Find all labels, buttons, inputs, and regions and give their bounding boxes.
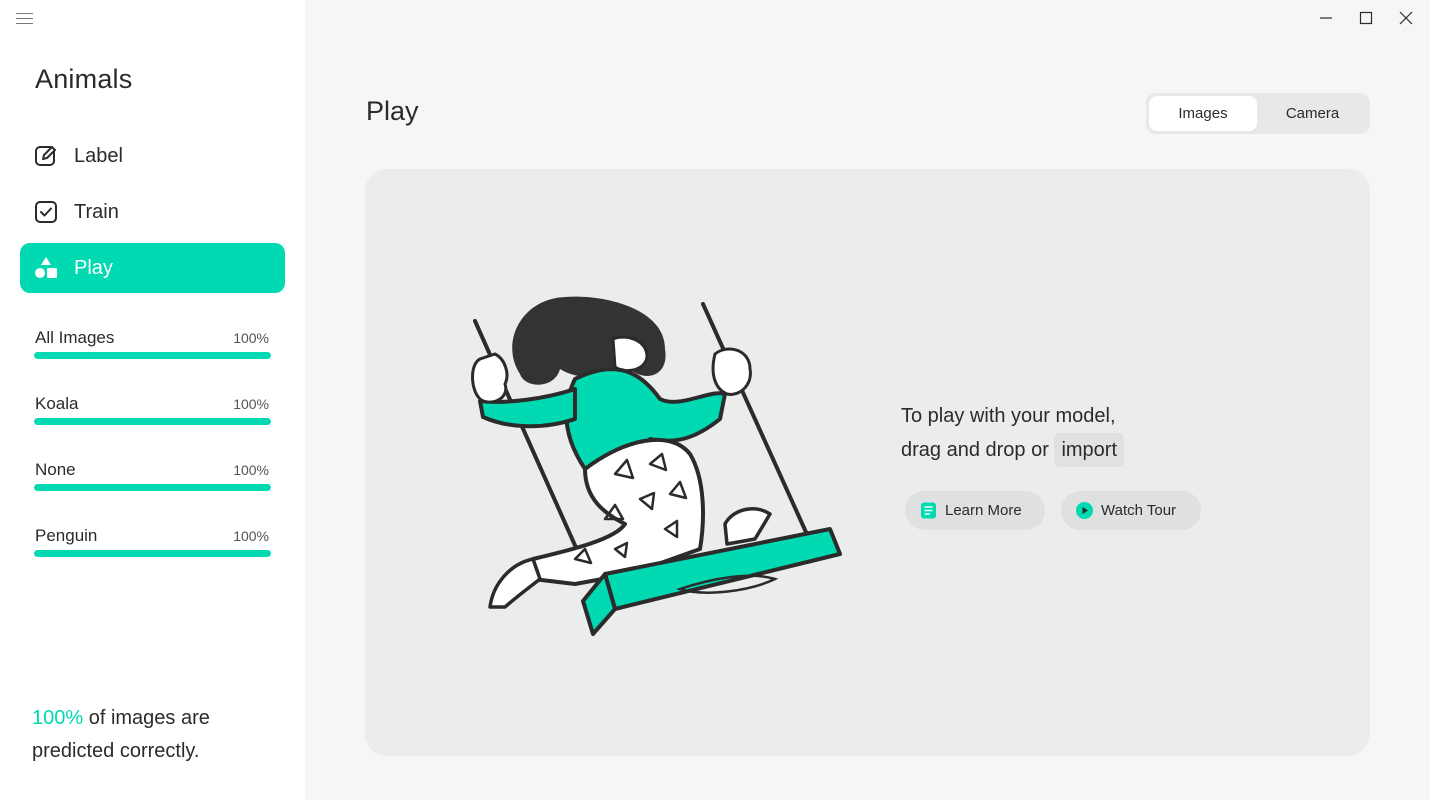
nav-item-train-text: Train — [74, 201, 119, 223]
pencil-square-icon — [35, 146, 56, 166]
accuracy-bar-fill — [34, 550, 271, 557]
watch-tour-label: Watch Tour — [1101, 502, 1177, 519]
label-stat-name: None — [35, 460, 76, 479]
label-stat-penguin[interactable]: Penguin 100% — [34, 526, 271, 566]
project-title: Animals — [35, 64, 133, 94]
nav-item-play[interactable]: Play — [20, 243, 285, 293]
checkbox-icon — [35, 201, 57, 223]
label-stat-percent: 100% — [233, 330, 269, 346]
label-stat-percent: 100% — [233, 462, 269, 478]
accuracy-summary-text-2: predicted correctly. — [32, 740, 200, 762]
learn-more-button[interactable]: Learn More — [905, 491, 1045, 530]
maximize-icon[interactable] — [1356, 8, 1376, 28]
menu-icon[interactable] — [16, 12, 33, 26]
nav-item-label-text: Label — [74, 145, 123, 167]
watch-tour-button[interactable]: Watch Tour — [1061, 491, 1201, 530]
camera-tab[interactable]: Camera — [1258, 96, 1367, 131]
label-stat-name: Koala — [35, 394, 79, 413]
label-stat-koala[interactable]: Koala 100% — [34, 394, 271, 434]
nav-item-play-text: Play — [74, 257, 113, 279]
play-circle-icon — [1076, 502, 1093, 519]
import-link[interactable]: import — [1054, 433, 1125, 467]
images-tab[interactable]: Images — [1149, 96, 1257, 131]
learn-more-label: Learn More — [945, 502, 1022, 519]
nav-item-train[interactable]: Train — [20, 187, 285, 237]
source-toggle: Images Camera — [1146, 93, 1370, 134]
page-title: Play — [366, 96, 419, 126]
label-stat-none[interactable]: None 100% — [34, 460, 271, 500]
label-stat-all-images[interactable]: All Images 100% — [34, 328, 271, 368]
drop-zone[interactable]: To play with your model, drag and drop o… — [365, 169, 1370, 756]
minimize-icon[interactable] — [1316, 8, 1336, 28]
accuracy-bar-fill — [34, 484, 271, 491]
drop-prompt-line-1: To play with your model, — [901, 405, 1116, 427]
label-stat-percent: 100% — [233, 528, 269, 544]
accuracy-summary-text-1: of images are — [83, 707, 210, 729]
accuracy-bar-fill — [34, 418, 271, 425]
label-stat-name: All Images — [35, 328, 115, 347]
accuracy-summary-percent: 100% — [32, 707, 84, 729]
accuracy-bar — [34, 352, 271, 359]
accuracy-bar — [34, 418, 271, 425]
accuracy-bar-fill — [34, 352, 271, 359]
drop-prompt-line-2: drag and drop or — [901, 439, 1049, 461]
accuracy-bar — [34, 484, 271, 491]
nav-item-label[interactable]: Label — [20, 131, 285, 181]
shapes-icon — [35, 257, 57, 278]
label-stat-percent: 100% — [233, 396, 269, 412]
close-icon[interactable] — [1396, 8, 1416, 28]
accuracy-bar — [34, 550, 271, 557]
swing-illustration — [471, 296, 842, 636]
document-icon — [921, 502, 936, 519]
drop-prompt: To play with your model, drag and drop o… — [901, 399, 1125, 467]
accuracy-summary: 100% of images are predicted correctly. — [32, 702, 282, 768]
sidebar: Animals Label Train Play All Images 100%… — [0, 0, 305, 800]
label-stat-name: Penguin — [35, 526, 98, 545]
